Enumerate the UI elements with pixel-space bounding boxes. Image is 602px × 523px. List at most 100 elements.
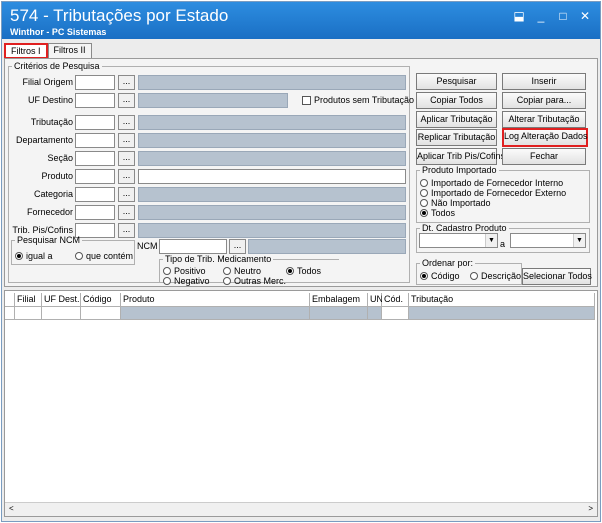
title-bar: 574 - Tributações por Estado Winthor - P… (2, 2, 600, 39)
trib-todos-radio[interactable]: Todos (286, 266, 321, 276)
produto-description-input[interactable] (138, 169, 406, 184)
ncm-label: NCM (137, 241, 158, 251)
table-row[interactable] (5, 307, 595, 320)
replicar-tributacao-button[interactable]: Replicar Tributação (416, 129, 497, 146)
radio-icon (163, 267, 171, 275)
importado-interno-radio[interactable]: Importado de Fornecedor Interno (420, 178, 563, 188)
ordenar-codigo-radio[interactable]: Código (420, 271, 460, 281)
fornecedor-input[interactable] (75, 205, 115, 220)
column-filial[interactable]: Filial (15, 293, 42, 307)
sem-tributacao-checkbox[interactable]: Produtos sem Tributação (302, 95, 414, 105)
tributacao-lookup-button[interactable]: ... (118, 115, 135, 130)
radio-icon (223, 277, 231, 285)
tributacao-description (138, 115, 406, 130)
secao-label: Seção (47, 153, 73, 163)
uf-destino-lookup-button[interactable]: ... (118, 93, 135, 108)
selecionar-todos-button[interactable]: Selecionar Todos (522, 268, 592, 285)
copiar-para-button[interactable]: Copiar para... (502, 92, 586, 109)
tab-filtros-2[interactable]: Filtros II (47, 43, 92, 59)
column-un[interactable]: UN (368, 293, 383, 307)
column-tributacao[interactable]: Tributação (409, 293, 595, 307)
ordenar-descricao-radio[interactable]: Descrição (470, 271, 521, 281)
produto-lookup-button[interactable]: ... (118, 169, 135, 184)
column-codigo[interactable]: Código (81, 293, 121, 307)
column-produto[interactable]: Produto (121, 293, 310, 307)
filial-origem-label: Filial Origem (22, 77, 73, 87)
pesquisar-button[interactable]: Pesquisar (416, 73, 497, 90)
ncm-igual-label: igual a (26, 251, 53, 261)
radio-selected-icon (286, 267, 294, 275)
trib-outras-radio[interactable]: Outras Merc. (223, 276, 286, 286)
chevron-down-icon: ▼ (485, 234, 497, 247)
trib-neutro-radio[interactable]: Neutro (223, 266, 261, 276)
filial-origem-lookup-button[interactable]: ... (118, 75, 135, 90)
trib-outras-label: Outras Merc. (234, 276, 287, 286)
ncm-igual-radio[interactable]: igual a (15, 251, 53, 261)
ncm-lookup-button[interactable]: ... (229, 239, 246, 254)
aplicar-trib-pis-cofins-button[interactable]: Aplicar Trib Pis/Cofins (416, 148, 505, 165)
nao-importado-radio[interactable]: Não Importado (420, 198, 491, 208)
fechar-button[interactable]: Fechar (502, 148, 586, 165)
results-grid: Filial UF Dest. Código Produto Embalagem… (4, 290, 598, 517)
column-cod[interactable]: Cód. (382, 293, 409, 307)
categoria-input[interactable] (75, 187, 115, 202)
tributacao-input[interactable] (75, 115, 115, 130)
close-icon[interactable]: ✕ (576, 8, 594, 24)
uf-destino-label: UF Destino (27, 95, 73, 105)
dt-cadastro-end-select[interactable]: ▼ (510, 233, 586, 248)
importado-todos-radio[interactable]: Todos (420, 208, 455, 218)
radio-icon (163, 277, 171, 285)
importado-externo-radio[interactable]: Importado de Fornecedor Externo (420, 188, 566, 198)
column-embalagem[interactable]: Embalagem (310, 293, 368, 307)
trib-negativo-label: Negativo (174, 276, 210, 286)
nao-importado-label: Não Importado (431, 198, 491, 208)
filters-panel: Critérios de Pesquisa Filial Origem ... … (4, 58, 598, 287)
filial-origem-input[interactable] (75, 75, 115, 90)
radio-selected-icon (420, 272, 428, 280)
uf-destino-input[interactable] (75, 93, 115, 108)
radio-icon (420, 199, 428, 207)
departamento-input[interactable] (75, 133, 115, 148)
maximize-icon[interactable]: □ (554, 8, 572, 24)
checkbox-icon (302, 95, 311, 105)
departamento-lookup-button[interactable]: ... (118, 133, 135, 148)
log-alteracao-dados-button[interactable]: Log Alteração Dados (502, 128, 588, 147)
filial-origem-description (138, 75, 406, 90)
inserir-button[interactable]: Inserir (502, 73, 586, 90)
horizontal-scrollbar[interactable]: < > (5, 502, 597, 516)
copiar-todos-button[interactable]: Copiar Todos (416, 92, 497, 109)
alterar-tributacao-button[interactable]: Alterar Tributação (502, 111, 586, 128)
categoria-lookup-button[interactable]: ... (118, 187, 135, 202)
restore-icon[interactable]: ⬓ (510, 8, 528, 24)
tab-filtros-1[interactable]: Filtros I (4, 43, 48, 59)
window-title: 574 - Tributações por Estado (10, 6, 229, 25)
radio-selected-icon (420, 209, 428, 217)
ordenar-legend: Ordenar por: (422, 258, 474, 268)
radio-icon (223, 267, 231, 275)
scroll-right-icon[interactable]: > (588, 504, 593, 513)
fornecedor-lookup-button[interactable]: ... (118, 205, 135, 220)
ordenar-codigo-label: Código (431, 271, 460, 281)
trib-medicamento-legend: Tipo de Trib. Medicamento (165, 254, 272, 264)
produto-importado-legend: Produto Importado (422, 165, 497, 175)
secao-input[interactable] (75, 151, 115, 166)
trib-todos-label: Todos (297, 266, 322, 276)
produto-input[interactable] (75, 169, 115, 184)
dt-cadastro-start-select[interactable]: ▼ (419, 233, 498, 248)
trib-negativo-radio[interactable]: Negativo (163, 276, 210, 286)
ncm-contem-radio[interactable]: que contém (75, 251, 133, 261)
ordenar-descricao-label: Descrição (481, 271, 522, 281)
minimize-icon[interactable]: _ (532, 8, 550, 24)
importado-todos-label: Todos (431, 208, 456, 218)
secao-lookup-button[interactable]: ... (118, 151, 135, 166)
trib-positivo-radio[interactable]: Positivo (163, 266, 206, 276)
categoria-description (138, 187, 406, 202)
departamento-label: Departamento (15, 135, 73, 145)
aplicar-tributacao-button[interactable]: Aplicar Tributação (416, 111, 497, 128)
ncm-input[interactable] (159, 239, 227, 254)
column-uf-dest[interactable]: UF Dest. (42, 293, 81, 307)
ncm-contem-label: que contém (86, 251, 134, 261)
secao-description (138, 151, 406, 166)
radio-icon (420, 189, 428, 197)
scroll-left-icon[interactable]: < (9, 504, 14, 513)
